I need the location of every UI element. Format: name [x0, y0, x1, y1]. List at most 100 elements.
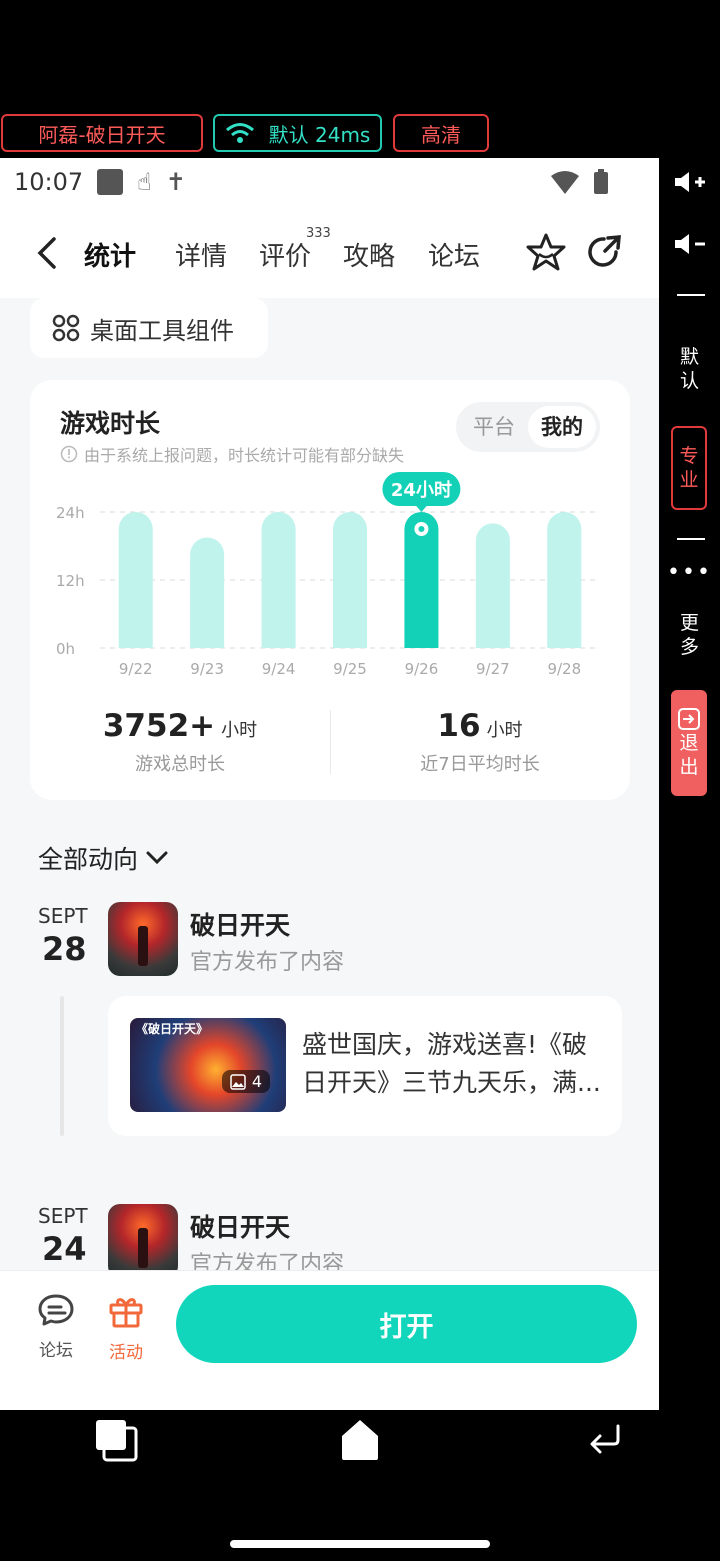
playtime-note-text: 由于系统上报问题，时长统计可能有部分缺失 [84, 446, 405, 465]
playtime-card: 游戏时长 由于系统上报问题，时长统计可能有部分缺失 平台 我的 24h 12h 0h… [30, 380, 630, 800]
chart-bar [118, 512, 153, 648]
wifi-icon [225, 123, 254, 143]
more-dots-icon[interactable]: ••• [659, 560, 720, 585]
game-icon [108, 902, 178, 976]
source-segment: 平台 我的 [456, 402, 600, 452]
avg-playtime-value: 16 [437, 708, 481, 744]
open-game-button[interactable]: 打开 [176, 1285, 637, 1363]
forum-chat-icon [38, 1294, 74, 1326]
more-button[interactable]: 更多 [659, 610, 720, 660]
top-nav: 统计 详情 评价 333 攻略 论坛 [0, 206, 659, 298]
volume-up-button[interactable] [659, 162, 720, 202]
post-text: 盛世国庆，游戏送喜!《破日开天》三节九天乐，满... [302, 1030, 601, 1097]
side-divider [677, 294, 705, 296]
side-divider [677, 538, 705, 540]
cloud-side-panel: 默认 专业 ••• 更多 退出 [659, 158, 720, 858]
home-icon[interactable] [340, 1418, 380, 1462]
recent-apps-icon[interactable] [94, 1418, 138, 1462]
playtime-stats: 3752+ 小时 游戏总时长 16 小时 近7日平均时长 [30, 702, 630, 782]
chart-x-tick: 9/27 [476, 660, 510, 678]
game-icon [108, 1204, 178, 1278]
review-count-badge: 333 [306, 226, 331, 241]
events-label: 活动 [109, 1343, 143, 1363]
desktop-widget-button[interactable]: 桌面工具组件 [30, 298, 268, 358]
cloud-game-label[interactable]: 阿磊-破日开天 [1, 114, 203, 152]
entry-day: 24 [42, 1230, 87, 1268]
battery-icon [594, 169, 608, 194]
phone-screen: 10:07 ☝ ✝ 统计 详情 评价 333 攻略 论坛 桌面工具组件 游戏时长… [0, 158, 659, 1410]
entry-game-name: 破日开天 [190, 911, 291, 940]
total-playtime: 3752+ 小时 游戏总时长 [30, 708, 330, 776]
feed-filter-label: 全部动向 [38, 845, 139, 874]
entry-game-name: 破日开天 [190, 1213, 291, 1242]
chart-bar [333, 512, 367, 648]
network-status[interactable]: 默认 24ms [213, 114, 382, 152]
chart-x-tick: 9/22 [119, 660, 153, 678]
widget-grid-icon [52, 314, 80, 342]
exit-button[interactable]: 退出 [671, 690, 707, 796]
main-content: 桌面工具组件 游戏时长 由于系统上报问题，时长统计可能有部分缺失 平台 我的 2… [0, 298, 659, 1278]
chart-x-tick: 9/24 [262, 660, 296, 678]
tab-forum[interactable]: 论坛 [428, 236, 480, 273]
chart-x-tick: 9/25 [333, 660, 367, 678]
chart-bar [261, 512, 296, 648]
playtime-note: 由于系统上报问题，时长统计可能有部分缺失 [60, 442, 404, 466]
volume-down-button[interactable] [659, 224, 720, 264]
notification-icon [97, 169, 124, 195]
image-count: 4 [251, 1072, 262, 1091]
pro-mode-label: 专业 [679, 445, 699, 491]
avg-playtime: 16 小时 近7日平均时长 [330, 708, 630, 776]
system-nav-bar [0, 1410, 720, 1561]
forum-label: 论坛 [39, 1341, 73, 1361]
tab-guides[interactable]: 攻略 [343, 236, 395, 273]
entry-action: 官方发布了内容 [190, 950, 345, 975]
accessibility-icon: ✝ [165, 168, 186, 196]
share-icon[interactable] [586, 234, 622, 270]
chart-x-tick: 9/23 [190, 660, 224, 678]
touch-icon: ☝ [137, 168, 152, 196]
post-thumb-title: 《破日开天》 [136, 1022, 209, 1036]
chart-bar-dot-center [418, 526, 425, 532]
chart-x-tick: 9/26 [405, 660, 439, 678]
info-icon [60, 445, 78, 463]
tab-reviews[interactable]: 评价 [259, 236, 311, 273]
avg-playtime-unit: 小时 [486, 720, 523, 741]
cloud-bar: 阿磊-破日开天 默认 24ms 高清 [0, 114, 720, 154]
back-nav-icon[interactable] [588, 1424, 622, 1456]
pro-mode-button[interactable]: 专业 [671, 426, 707, 510]
total-playtime-label: 游戏总时长 [135, 754, 225, 775]
chart-y-tick: 0h [56, 640, 75, 658]
chevron-down-icon [146, 851, 168, 865]
forum-button[interactable]: 论坛 [26, 1293, 86, 1361]
chart-y-tick: 12h [56, 572, 85, 590]
post-card[interactable]: 《破日开天》 4 盛世国庆，游戏送喜!《破日开天》三节九天乐，满... [108, 996, 622, 1136]
home-indicator [230, 1540, 490, 1548]
chart-bar [190, 537, 225, 648]
chart-highlight-label: 24小时 [391, 480, 452, 501]
tab-details[interactable]: 详情 [175, 236, 227, 273]
network-latency: 默认 24ms [268, 122, 371, 147]
entry-month: SEPT [38, 904, 88, 928]
timeline-line [60, 996, 64, 1136]
playtime-title: 游戏时长 [60, 409, 161, 438]
default-mode-button[interactable]: 默认 [659, 344, 720, 394]
chart-tooltip-pointer [415, 505, 428, 512]
chart-y-tick: 24h [56, 504, 85, 522]
events-button[interactable]: 活动 [96, 1293, 156, 1363]
tab-stats[interactable]: 统计 [81, 236, 139, 275]
chart-x-tick: 9/28 [547, 660, 581, 678]
total-playtime-unit: 小时 [221, 720, 258, 741]
exit-icon [678, 708, 700, 730]
feed-filter[interactable]: 全部动向 [38, 840, 168, 876]
segment-mine[interactable]: 我的 [528, 406, 596, 448]
chart-bar [475, 523, 510, 648]
bottom-action-bar: 论坛 活动 打开 [0, 1270, 659, 1410]
status-bar: 10:07 ☝ ✝ [0, 158, 659, 206]
quality-button[interactable]: 高清 [393, 114, 489, 152]
back-arrow-icon[interactable] [36, 236, 58, 270]
favorite-star-icon[interactable] [526, 232, 566, 272]
segment-platform[interactable]: 平台 [460, 406, 528, 448]
more-label: 更多 [679, 612, 699, 658]
avg-playtime-label: 近7日平均时长 [420, 754, 540, 775]
default-mode-label: 默认 [679, 346, 699, 392]
